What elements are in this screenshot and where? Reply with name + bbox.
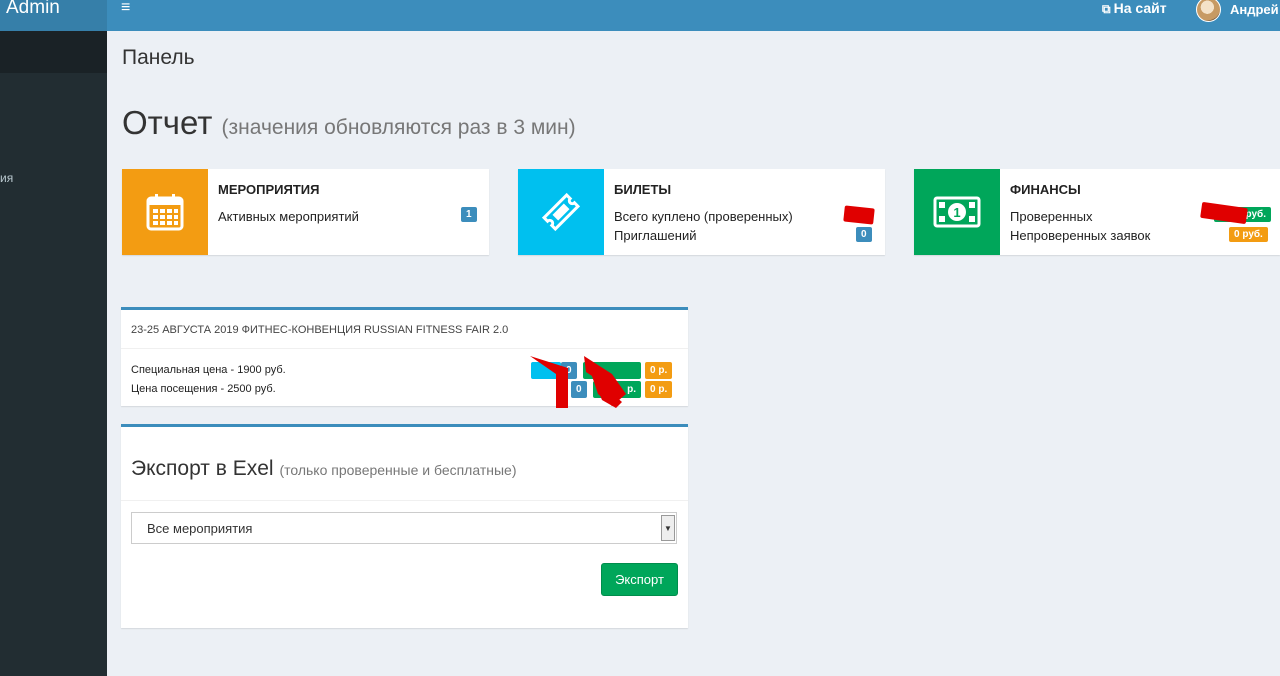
- money-icon: 1: [914, 169, 1000, 255]
- info-box-title: БИЛЕТЫ: [614, 182, 672, 197]
- info-box-title: ФИНАНСЫ: [1010, 182, 1081, 197]
- info-box-finance: 1 ФИНАНСЫ Проверенных Непроверенных заяв…: [914, 169, 1280, 255]
- event-price-row: Специальная цена - 1900 руб.: [131, 364, 286, 376]
- divider: [121, 348, 688, 349]
- report-title-text: Отчет: [122, 104, 213, 141]
- unverified-requests-label: Непроверенных заявок: [1010, 228, 1151, 243]
- user-menu[interactable]: Андрей: [1196, 0, 1279, 24]
- top-navbar: Admin ≡ ⧉ На сайт Андрей: [0, 0, 1280, 31]
- event-select[interactable]: Все мероприятия ▼: [131, 512, 677, 544]
- site-link[interactable]: ⧉ На сайт: [1102, 0, 1167, 17]
- avatar: [1196, 0, 1221, 22]
- active-events-label: Активных мероприятий: [218, 209, 359, 224]
- info-box-events: МЕРОПРИЯТИЯ Активных мероприятий 1: [122, 169, 489, 255]
- report-subtitle: (значения обновляются раз в 3 мин): [221, 116, 576, 139]
- active-events-badge: 1: [461, 207, 477, 222]
- divider: [121, 500, 688, 501]
- ticket-icon: [518, 169, 604, 255]
- info-box-tickets: БИЛЕТЫ Всего куплено (проверенных) Пригл…: [518, 169, 885, 255]
- dropdown-arrow-icon[interactable]: ▼: [661, 515, 675, 541]
- export-subtitle: (только проверенные и бесплатные): [279, 462, 517, 478]
- sidebar-toggle-icon[interactable]: ≡: [121, 0, 130, 16]
- svg-text:1: 1: [953, 205, 960, 220]
- redaction-mark: [843, 205, 875, 225]
- verified-finance-label: Проверенных: [1010, 209, 1093, 224]
- invitations-label: Приглашений: [614, 228, 697, 243]
- report-title: Отчет (значения обновляются раз в 3 мин): [122, 104, 576, 142]
- sidebar-user-panel: [0, 31, 107, 73]
- unverified-requests-badge: 0 руб.: [1229, 227, 1268, 242]
- calendar-icon: [122, 169, 208, 255]
- redaction-mark: [530, 356, 626, 408]
- external-link-icon: ⧉: [1102, 2, 1111, 16]
- price-unverified-badge: 0 р.: [645, 381, 673, 398]
- invitations-badge: 0: [856, 227, 872, 242]
- export-card: Экспорт в Exel (только проверенные и бес…: [121, 424, 688, 628]
- price-unverified-badge: 0 р.: [645, 362, 673, 379]
- sidebar-item-events[interactable]: ия: [0, 171, 13, 185]
- event-price-row: Цена посещения - 2500 руб.: [131, 383, 276, 395]
- export-title: Экспорт в Exel (только проверенные и бес…: [131, 457, 517, 481]
- event-title: 23-25 АВГУСТА 2019 ФИТНЕС-КОНВЕНЦИЯ RUSS…: [131, 324, 509, 336]
- event-select-value: Все мероприятия: [147, 521, 253, 536]
- info-box-title: МЕРОПРИЯТИЯ: [218, 182, 320, 197]
- purchased-tickets-label: Всего куплено (проверенных): [614, 209, 793, 224]
- page-title: Панель: [122, 46, 195, 69]
- export-button[interactable]: Экспорт: [601, 563, 678, 596]
- event-card: 23-25 АВГУСТА 2019 ФИТНЕС-КОНВЕНЦИЯ RUSS…: [121, 307, 688, 408]
- logo[interactable]: Admin: [0, 0, 107, 31]
- export-title-text: Экспорт в Exel: [131, 457, 274, 480]
- redaction-mark: [1200, 201, 1248, 225]
- site-link-label: На сайт: [1113, 0, 1167, 16]
- user-name: Андрей: [1230, 1, 1279, 17]
- sidebar: ия: [0, 31, 107, 676]
